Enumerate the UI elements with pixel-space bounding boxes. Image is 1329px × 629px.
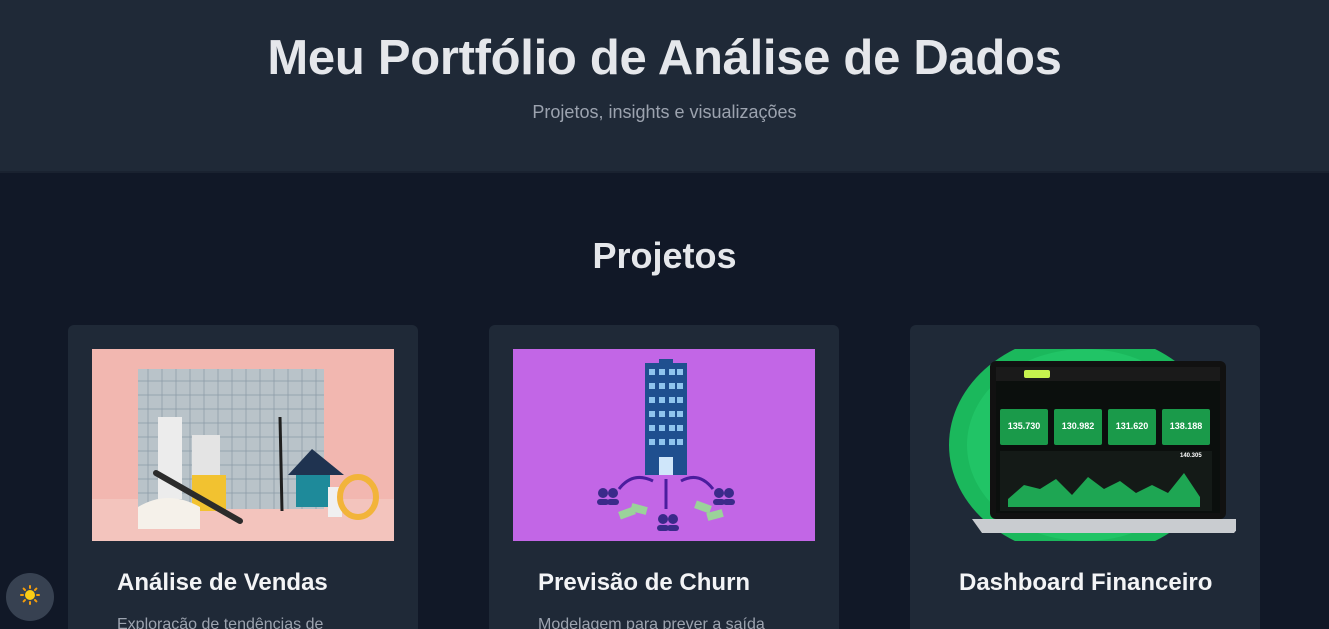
kpi-value: 135.730	[1007, 421, 1041, 431]
project-card-dashboard[interactable]: 135.730 130.982 131.620 138.188 140.305 …	[910, 325, 1260, 629]
theme-toggle-button[interactable]	[6, 573, 54, 621]
project-card-churn[interactable]: Previsão de Churn Modelagem para prever …	[489, 325, 839, 629]
project-title: Análise de Vendas	[117, 569, 328, 596]
financial-dashboard-image: 135.730 130.982 131.620 138.188 140.305	[934, 349, 1236, 541]
projects-section-title: Projetos	[592, 235, 737, 276]
churn-prediction-image	[513, 349, 815, 541]
kpi-value: 131.620	[1115, 421, 1149, 431]
project-card-sales[interactable]: Análise de Vendas Exploração de tendênci…	[68, 325, 418, 629]
site-header: Meu Portfólio de Análise de Dados Projet…	[0, 0, 1329, 173]
kpi-value: 130.982	[1061, 421, 1095, 431]
kpi-value: 138.188	[1169, 421, 1203, 431]
sun-icon	[20, 584, 40, 610]
project-description: Exploração de tendências de	[117, 616, 324, 629]
page-title: Meu Portfólio de Análise de Dados	[267, 31, 1062, 85]
project-title: Dashboard Financeiro	[959, 569, 1213, 596]
project-description: Modelagem para prever a saída	[538, 616, 765, 629]
project-cards: Análise de Vendas Exploração de tendênci…	[68, 325, 1260, 629]
page-subtitle: Projetos, insights e visualizações	[532, 102, 797, 122]
chart-value: 140.305	[1180, 453, 1202, 459]
project-title: Previsão de Churn	[538, 569, 751, 596]
dashboard-overlay: 135.730 130.982 131.620 138.188 140.305	[934, 349, 1236, 541]
sales-analysis-image	[92, 349, 394, 541]
